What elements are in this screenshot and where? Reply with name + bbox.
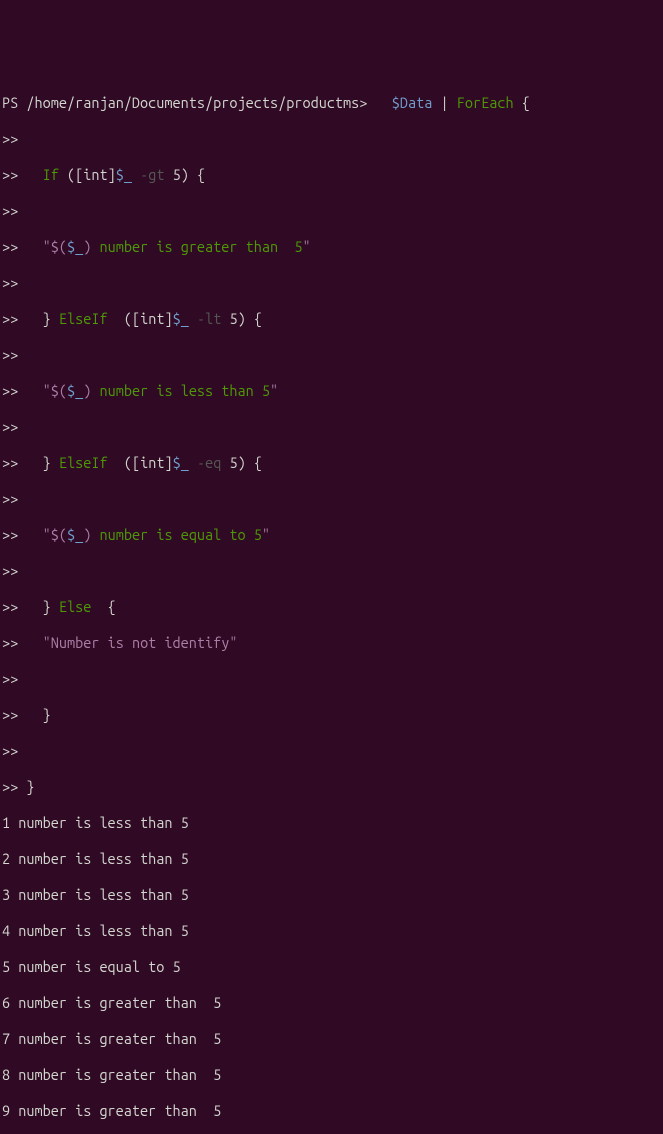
five-paren: 5) {	[173, 166, 205, 183]
cont-line: >>	[2, 202, 663, 220]
output-line: 8 number is greater than 5	[2, 1066, 663, 1084]
cont-prompt: >>	[2, 382, 18, 399]
str-quote: "	[303, 238, 311, 255]
msg-gt: number is greater than 5	[91, 238, 302, 255]
str-quote: "	[43, 238, 51, 255]
open-brace: {	[108, 598, 116, 615]
cont-prompt: >>	[2, 418, 18, 435]
cont-line: >> } Else {	[2, 598, 663, 616]
cont-line: >> "$($_) number is equal to 5"	[2, 526, 663, 544]
terminal[interactable]: PS /home/ranjan/Documents/projects/produ…	[2, 76, 663, 1134]
cont-line: >> If ([int]$_ -gt 5) {	[2, 166, 663, 184]
op-eq: -eq	[197, 454, 221, 471]
cont-line: >>	[2, 670, 663, 688]
cont-prompt: >>	[2, 274, 18, 291]
cont-prompt: >>	[2, 166, 18, 183]
cont-line: >>	[2, 742, 663, 760]
cont-prompt: >>	[2, 310, 18, 327]
cont-prompt: >>	[2, 598, 18, 615]
cont-line: >>	[2, 418, 663, 436]
msg-eq: number is equal to 5	[91, 526, 262, 543]
var-underscore: $_	[173, 310, 189, 327]
var-underscore: $_	[116, 166, 132, 183]
pipe-op: |	[441, 94, 449, 111]
five-paren: 5) {	[229, 310, 261, 327]
close-brace: }	[43, 598, 51, 615]
five-paren: 5) {	[229, 454, 261, 471]
op-lt: -lt	[197, 310, 221, 327]
str-quote: "	[43, 526, 51, 543]
cont-prompt: >>	[2, 454, 18, 471]
cont-line: >>	[2, 274, 663, 292]
output-line: 2 number is less than 5	[2, 850, 663, 868]
cont-prompt: >>	[2, 526, 18, 543]
str-quote: "	[270, 382, 278, 399]
kw-if: If	[43, 166, 59, 183]
cont-line: >> "Number is not identify"	[2, 634, 663, 652]
cwd-path: /home/ranjan/Documents/projects/productm…	[26, 94, 359, 111]
cont-line: >>	[2, 346, 663, 364]
close-brace: }	[26, 778, 34, 795]
output-line: 4 number is less than 5	[2, 922, 663, 940]
cont-line: >> } ElseIf ([int]$_ -lt 5) {	[2, 310, 663, 328]
cont-prompt: >>	[2, 706, 18, 723]
cont-line: >>	[2, 490, 663, 508]
cont-prompt: >>	[2, 562, 18, 579]
kw-foreach: ForEach	[457, 94, 514, 111]
open-brace: {	[522, 94, 530, 111]
cont-prompt: >>	[2, 778, 18, 795]
kw-elseif: ElseIf	[59, 310, 108, 327]
close-brace: }	[43, 454, 51, 471]
output-line: 6 number is greater than 5	[2, 994, 663, 1012]
cont-line: >>	[2, 562, 663, 580]
str-quote: "	[43, 382, 51, 399]
cont-line: >> "$($_) number is less than 5"	[2, 382, 663, 400]
cont-line: >> }	[2, 778, 663, 796]
kw-else: Else	[59, 598, 91, 615]
cast-open: ([int]	[124, 454, 173, 471]
cont-prompt: >>	[2, 670, 18, 687]
cont-prompt: >>	[2, 346, 18, 363]
msg-not-identify: "Number is not identify"	[43, 634, 238, 651]
var-underscore: $_	[67, 238, 83, 255]
msg-lt: number is less than 5	[91, 382, 270, 399]
cont-prompt: >>	[2, 238, 18, 255]
str-quote: "	[262, 526, 270, 543]
output-line: 3 number is less than 5	[2, 886, 663, 904]
var-underscore: $_	[173, 454, 189, 471]
cont-prompt: >>	[2, 742, 18, 759]
line-cmd: PS /home/ranjan/Documents/projects/produ…	[2, 94, 663, 112]
cast-open: ([int]	[124, 310, 173, 327]
cont-prompt: >>	[2, 130, 18, 147]
prompt-gt: >	[359, 94, 367, 111]
var-underscore: $_	[67, 382, 83, 399]
close-brace: }	[43, 310, 51, 327]
cont-line: >>	[2, 130, 663, 148]
sub-open: $(	[51, 382, 67, 399]
kw-elseif: ElseIf	[59, 454, 108, 471]
var-underscore: $_	[67, 526, 83, 543]
cont-prompt: >>	[2, 634, 18, 651]
sub-open: $(	[51, 526, 67, 543]
ps-label: PS	[2, 94, 18, 111]
close-brace: }	[43, 706, 51, 723]
cast-open: ([int]	[67, 166, 116, 183]
output-line: 7 number is greater than 5	[2, 1030, 663, 1048]
var-data: $Data	[392, 94, 433, 111]
output-line: 9 number is greater than 5	[2, 1102, 663, 1120]
cont-line: >> }	[2, 706, 663, 724]
cont-prompt: >>	[2, 202, 18, 219]
cont-line: >> } ElseIf ([int]$_ -eq 5) {	[2, 454, 663, 472]
op-gt: -gt	[140, 166, 164, 183]
cont-prompt: >>	[2, 490, 18, 507]
output-line: 5 number is equal to 5	[2, 958, 663, 976]
output-line: 1 number is less than 5	[2, 814, 663, 832]
cont-line: >> "$($_) number is greater than 5"	[2, 238, 663, 256]
sub-open: $(	[51, 238, 67, 255]
